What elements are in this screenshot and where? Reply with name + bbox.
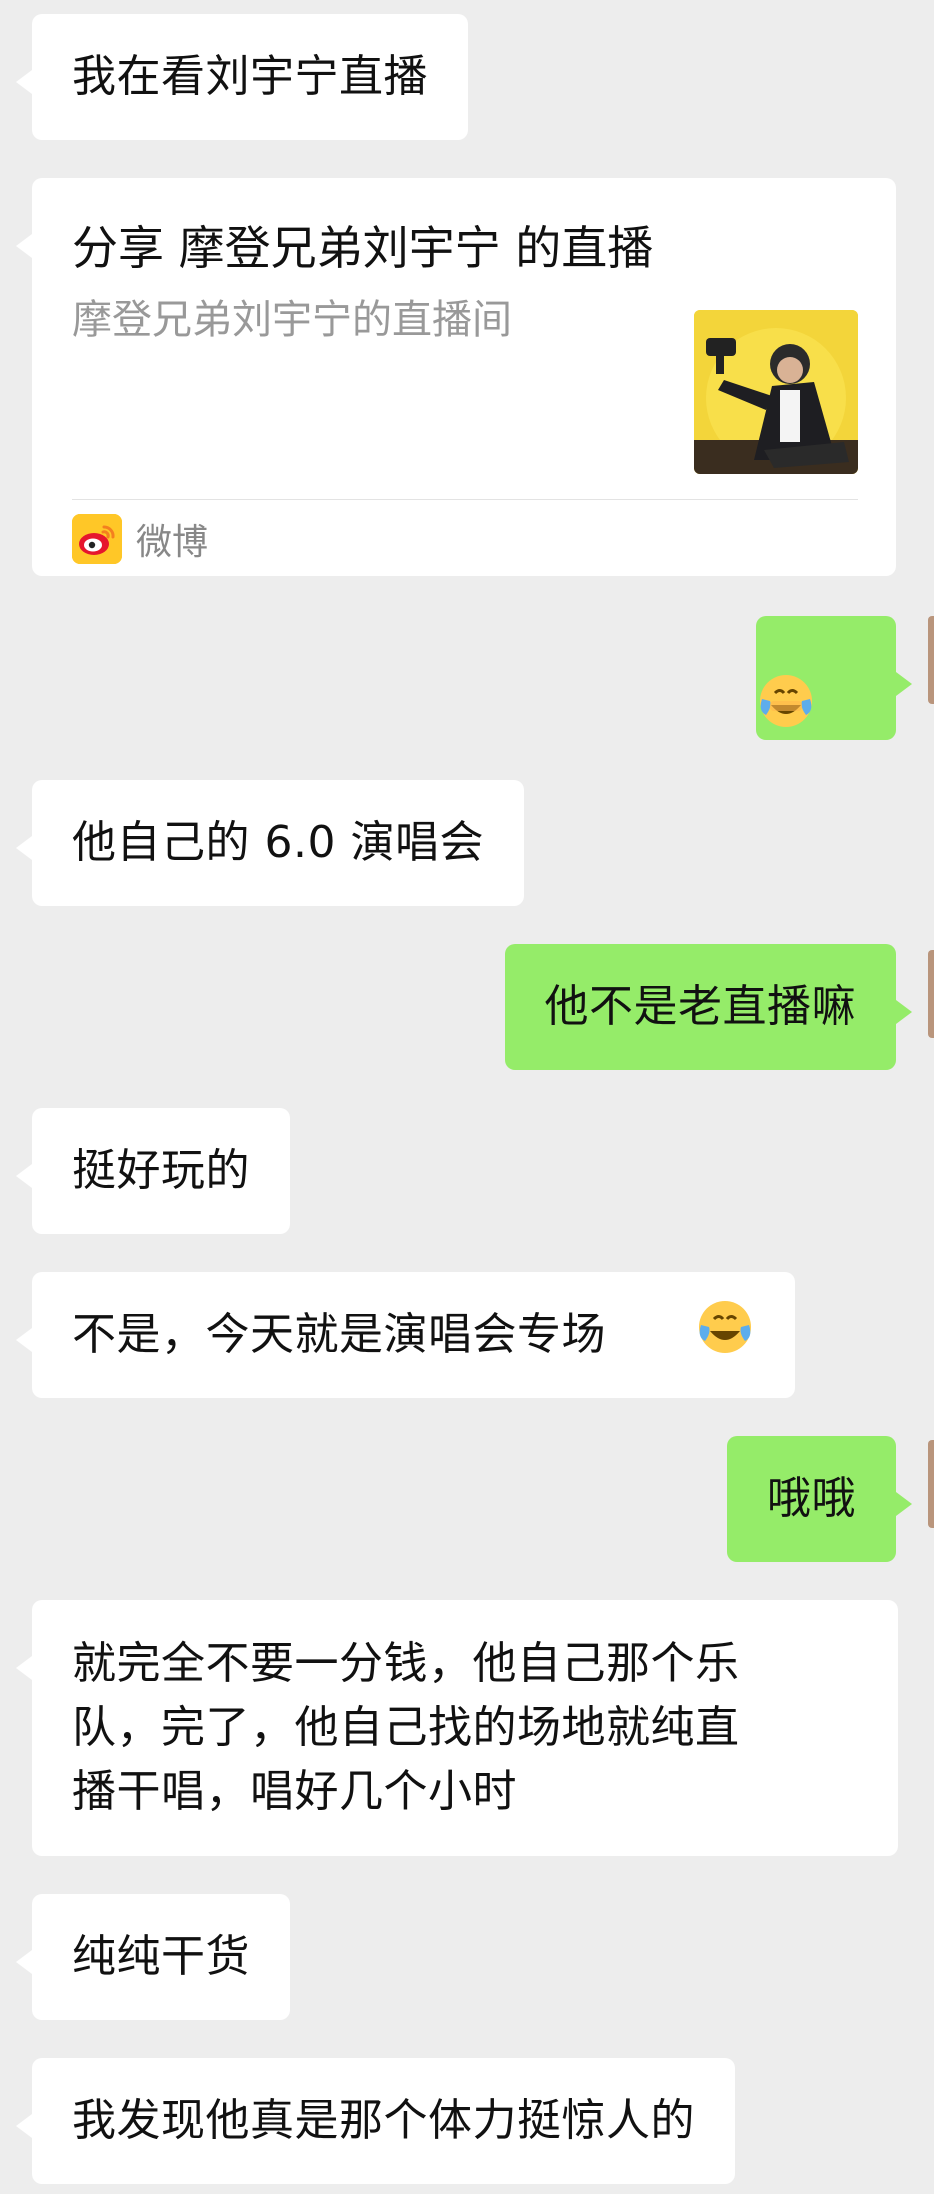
weibo-icon (72, 514, 122, 564)
avatar[interactable] (928, 950, 934, 1038)
message-bubble-outgoing[interactable]: 哦哦 (727, 1436, 912, 1562)
chat-window: 我在看刘宇宁直播 分享 摩登兄弟刘宇宁 的直播 摩登兄弟刘宇宁的直播间 微博 他… (0, 0, 934, 2194)
tears-of-joy-emoji (756, 547, 896, 810)
card-title: 分享 摩登兄弟刘宇宁 的直播 (72, 221, 654, 275)
card-divider (72, 499, 858, 500)
message-bubble-incoming[interactable]: 纯纯干货 (16, 1894, 290, 2020)
shared-live-card[interactable]: 分享 摩登兄弟刘宇宁 的直播 摩登兄弟刘宇宁的直播间 微博 (16, 178, 896, 576)
message-bubble-incoming[interactable]: 就完全不要一分钱，他自己那个乐 队，完了，他自己找的场地就纯直 播干唱，唱好几个… (16, 1600, 898, 1856)
message-bubble-incoming[interactable]: 我在看刘宇宁直播 (16, 14, 468, 140)
message-bubble-incoming[interactable]: 不是，今天就是演唱会专场 (16, 1272, 795, 1398)
message-bubble-incoming[interactable]: 挺好玩的 (16, 1108, 290, 1234)
card-source-label: 微博 (136, 522, 209, 563)
avatar[interactable] (928, 1440, 934, 1528)
message-bubble-incoming[interactable]: 他自己的 6.0 演唱会 (16, 780, 524, 906)
message-text: 不是，今天就是演唱会专场 (72, 1309, 606, 1360)
card-description: 摩登兄弟刘宇宁的直播间 (72, 297, 512, 343)
message-bubble-incoming[interactable]: 我发现他真是那个体力挺惊人的 (16, 2058, 735, 2184)
tears-of-joy-emoji (608, 1235, 755, 1436)
card-source: 微博 (72, 514, 208, 564)
avatar[interactable] (928, 616, 934, 704)
message-bubble-outgoing[interactable]: 他不是老直播嘛 (504, 944, 912, 1070)
singer-photo-icon (694, 310, 858, 474)
message-bubble-outgoing[interactable] (756, 616, 912, 740)
